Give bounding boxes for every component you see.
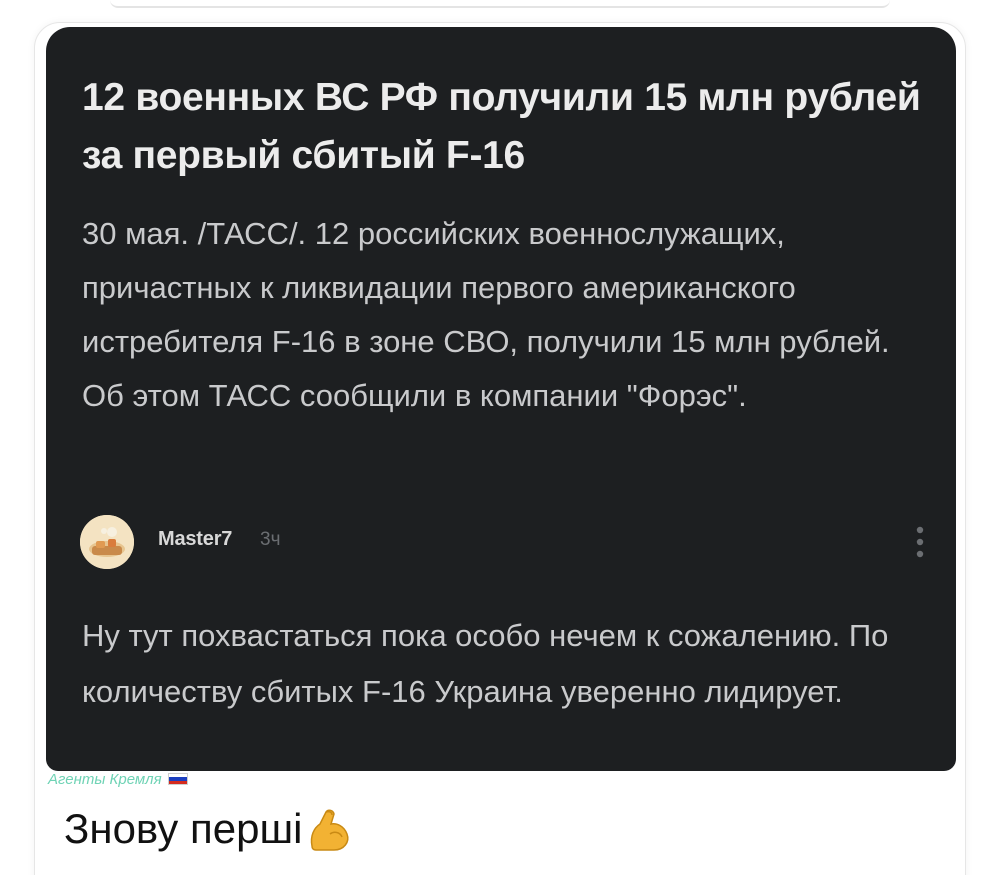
more-vertical-icon[interactable]	[910, 519, 930, 565]
news-body: 30 мая. /ТАСС/. 12 российских военнослуж…	[82, 216, 890, 413]
screenshot-page: 12 военных ВС РФ получили 15 млн рублей …	[0, 0, 1000, 875]
flexed-biceps-icon	[311, 809, 349, 851]
russian-flag-icon	[167, 773, 188, 785]
food-avatar-icon[interactable]	[80, 515, 134, 569]
news-headline: 12 военных ВС РФ получили 15 млн рублей …	[82, 76, 921, 177]
news-card: 12 военных ВС РФ получили 15 млн рублей …	[46, 27, 956, 771]
user-caption: Знову перші	[64, 800, 354, 858]
comment-text: Ну тут похвастаться пока особо нечем к с…	[82, 618, 889, 709]
watermark-text: Агенты Кремля	[48, 770, 162, 788]
caption-text: Знову перші	[64, 805, 303, 852]
previous-card-edge	[110, 0, 890, 8]
comment-header: Master7 3ч	[80, 515, 930, 571]
channel-watermark: Агенты Кремля	[48, 768, 188, 790]
comment-username[interactable]: Master7	[158, 528, 232, 551]
comment-time: 3ч	[260, 529, 281, 550]
